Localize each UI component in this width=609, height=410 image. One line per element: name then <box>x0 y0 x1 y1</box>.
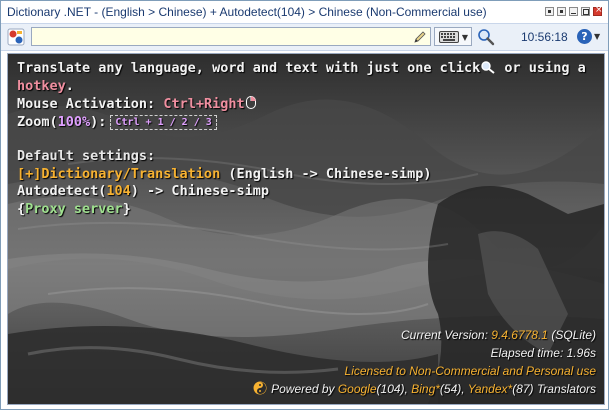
proxy-server-link[interactable]: Proxy server <box>25 201 123 217</box>
dictionary-translation-link[interactable]: [+]Dictionary/Translation <box>17 166 220 182</box>
keyboard-icon <box>439 31 459 43</box>
magnifier-click-icon <box>481 61 495 74</box>
intro-line: Translate any language, word and text wi… <box>17 60 586 76</box>
window-title: Dictionary .NET - (English > Chinese) + … <box>7 5 487 19</box>
dictionary-line: [+]Dictionary/Translation (English -> Ch… <box>17 165 432 182</box>
app-icon[interactable] <box>7 28 25 46</box>
toolbar: ▼ 10:56:18 ? ▼ <box>1 23 608 51</box>
maximize-button[interactable] <box>581 7 590 16</box>
dictionary-window: Dictionary .NET - (English > Chinese) + … <box>0 0 609 410</box>
help-button[interactable]: ? ▼ <box>577 28 603 46</box>
proxy-line: {Proxy server} <box>17 200 131 217</box>
clock: 10:56:18 <box>521 30 568 44</box>
license-link[interactable]: Licensed to Non-Commercial and Personal … <box>253 362 596 380</box>
autodetect-count[interactable]: 104 <box>106 183 130 199</box>
search-icon[interactable] <box>477 28 495 46</box>
yandex-link[interactable]: Yandex* <box>468 382 512 396</box>
zoom-line: Zoom(100%): Ctrl + 1 / 2 / 3 <box>17 114 596 132</box>
mouse-activation-line: Mouse Activation: Ctrl+Right <box>17 95 596 114</box>
window-controls <box>545 5 603 16</box>
google-link[interactable]: Google <box>338 382 377 396</box>
hotkey-link[interactable]: hotkey <box>17 78 66 94</box>
version-info: Current Version: 9.4.6778.1 (SQLite) Ela… <box>253 326 596 398</box>
zoom-keys-badge[interactable]: Ctrl + 1 / 2 / 3 <box>110 114 217 130</box>
title-bar[interactable]: Dictionary .NET - (English > Chinese) + … <box>1 1 608 23</box>
options-button[interactable] <box>557 7 566 16</box>
pin-button[interactable] <box>545 7 554 16</box>
mouse-activation-link[interactable]: Ctrl+Right <box>163 96 244 112</box>
version-link[interactable]: 9.4.6778.1 <box>491 328 548 342</box>
hotkey-line: hotkey. <box>17 77 74 94</box>
version-line: Current Version: 9.4.6778.1 (SQLite) <box>401 328 596 342</box>
chevron-down-icon: ▼ <box>461 33 468 42</box>
keyboard-button[interactable]: ▼ <box>434 27 472 46</box>
elapsed-time: Elapsed time: 1.96s <box>490 346 596 360</box>
autodetect-line: Autodetect(104) -> Chinese-simp <box>17 183 269 199</box>
chevron-down-icon: ▼ <box>594 32 601 41</box>
close-button[interactable] <box>593 5 603 16</box>
bing-link[interactable]: Bing* <box>411 382 440 396</box>
yin-yang-icon <box>253 381 267 395</box>
search-input[interactable] <box>31 27 431 46</box>
info-text: Translate any language, word and text wi… <box>17 60 596 218</box>
minimize-button[interactable] <box>569 7 578 16</box>
default-settings-heading: Default settings: <box>17 148 156 164</box>
powered-by-line: Powered by Google(104), Bing*(54), Yande… <box>253 380 596 398</box>
help-icon: ? <box>577 29 592 44</box>
mouse-icon <box>245 96 256 109</box>
zoom-percent[interactable]: 100% <box>58 114 91 130</box>
pen-icon[interactable] <box>413 30 427 44</box>
translation-panel: Translate any language, word and text wi… <box>7 53 605 405</box>
